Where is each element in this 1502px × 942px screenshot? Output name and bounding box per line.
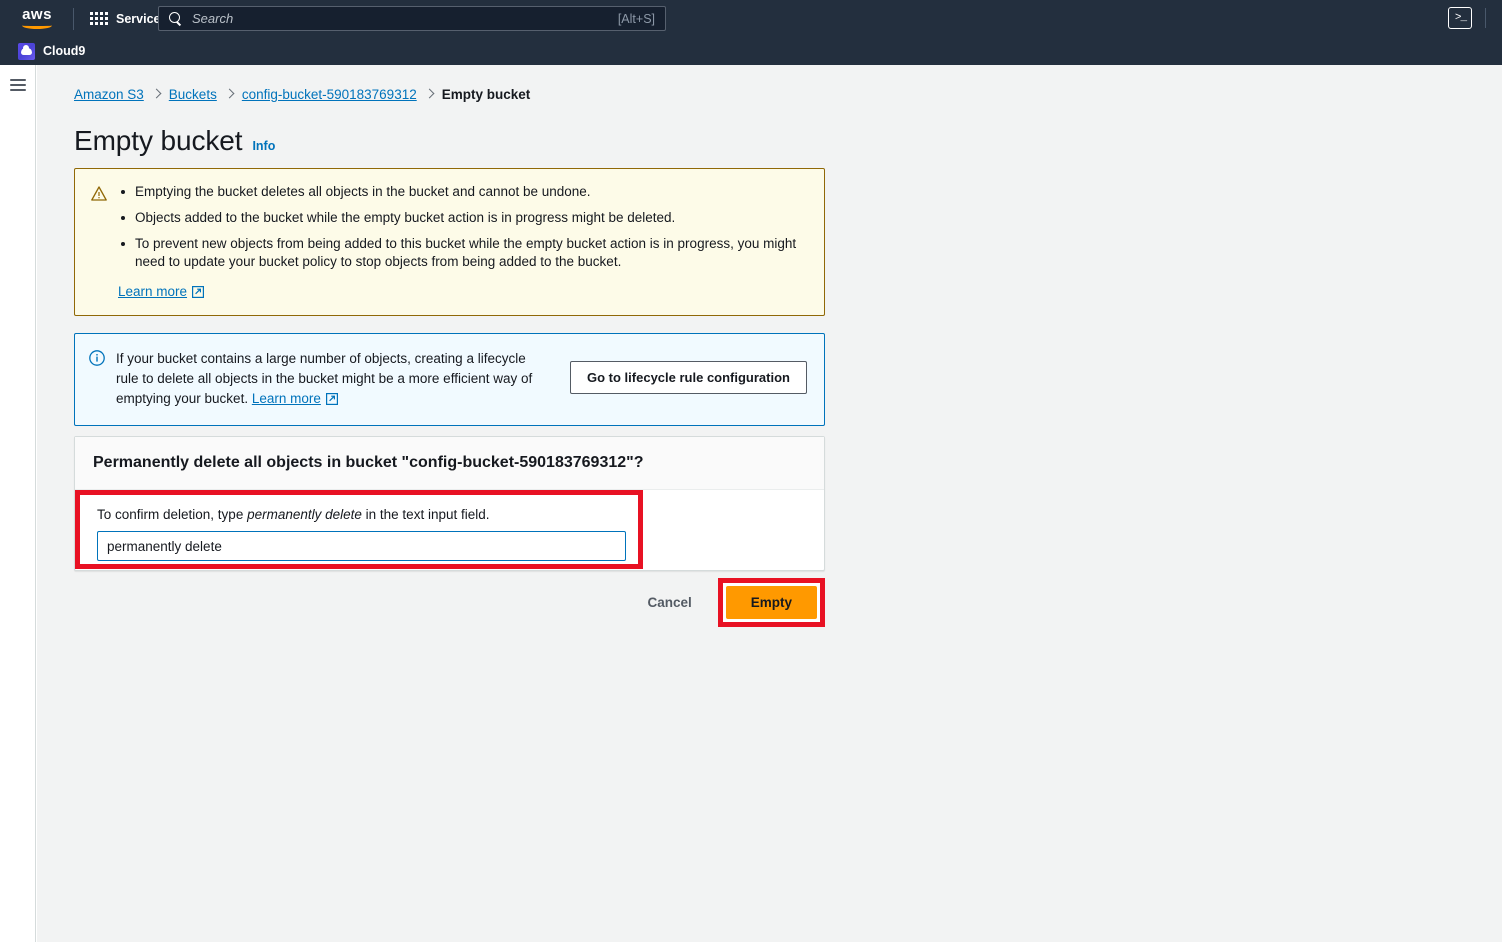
learn-more-link[interactable]: Learn more	[252, 389, 338, 409]
warning-bullet: Emptying the bucket deletes all objects …	[118, 183, 808, 201]
confirm-instruction-prefix: To confirm deletion, type	[97, 507, 248, 522]
chevron-right-icon	[424, 88, 435, 99]
confirm-instruction-phrase: permanently delete	[247, 507, 362, 522]
breadcrumb-item-current: Empty bucket	[441, 87, 531, 102]
search-shortcut-hint: [Alt+S]	[617, 11, 655, 26]
learn-more-link[interactable]: Learn more	[118, 284, 205, 299]
aws-wordmark: aws	[22, 6, 52, 23]
confirm-deletion-input[interactable]	[97, 531, 626, 561]
grid-menu-icon	[90, 12, 108, 25]
form-actions: Cancel Empty	[74, 578, 825, 627]
breadcrumb-item-bucket[interactable]: config-bucket-590183769312	[242, 87, 417, 102]
search-icon	[169, 11, 183, 26]
breadcrumb-item-buckets[interactable]: Buckets	[169, 87, 217, 102]
breadcrumb-item-amazon-s3[interactable]: Amazon S3	[74, 87, 144, 102]
cloudshell-icon[interactable]: >_	[1448, 7, 1472, 29]
topnav-right-divider	[1485, 8, 1486, 28]
info-alert: If your bucket contains a large number o…	[74, 333, 825, 426]
confirm-input-highlight: To confirm deletion, type permanently de…	[75, 490, 643, 569]
external-link-icon	[192, 285, 205, 298]
confirm-instruction-label: To confirm deletion, type permanently de…	[97, 507, 489, 522]
info-circle-icon	[89, 350, 105, 366]
breadcrumb: Amazon S3 Buckets config-bucket-59018376…	[74, 87, 530, 102]
info-link[interactable]: Info	[252, 139, 275, 153]
go-to-lifecycle-rule-configuration-button[interactable]: Go to lifecycle rule configuration	[570, 361, 807, 394]
aws-smile-icon	[22, 22, 52, 29]
chevron-right-icon	[224, 88, 235, 99]
confirmation-panel: Permanently delete all objects in bucket…	[74, 436, 825, 571]
application-subnav: Cloud9	[0, 37, 1502, 65]
page-title-row: Empty bucket Info	[74, 125, 275, 157]
cancel-button[interactable]: Cancel	[633, 586, 705, 619]
warning-bullet: Objects added to the bucket while the em…	[118, 209, 808, 227]
learn-more-label: Learn more	[118, 284, 188, 299]
warning-learn-more-row: Learn more	[118, 283, 808, 301]
cloud9-icon	[18, 42, 35, 60]
external-link-icon	[325, 393, 338, 405]
panel-header-title: Permanently delete all objects in bucket…	[75, 437, 824, 490]
warning-bullet-list: Emptying the bucket deletes all objects …	[118, 183, 808, 271]
warning-alert-body: Emptying the bucket deletes all objects …	[118, 183, 808, 301]
empty-button-highlight: Empty	[717, 578, 825, 627]
confirm-instruction-suffix: in the text input field.	[361, 507, 490, 522]
empty-button[interactable]: Empty	[725, 586, 817, 619]
info-alert-text: If your bucket contains a large number o…	[116, 349, 546, 409]
warning-alert: Emptying the bucket deletes all objects …	[74, 168, 825, 316]
search-input[interactable]: Search	[192, 11, 618, 26]
nav-divider	[73, 7, 74, 30]
hamburger-menu-icon[interactable]	[10, 79, 26, 91]
aws-logo[interactable]: aws	[10, 0, 64, 37]
warning-bullet: To prevent new objects from being added …	[118, 235, 808, 271]
cloud9-label[interactable]: Cloud9	[43, 44, 85, 58]
main-content: Amazon S3 Buckets config-bucket-59018376…	[37, 65, 1502, 942]
cloudshell-glyph: >_	[1454, 12, 1467, 24]
chevron-right-icon	[151, 88, 162, 99]
page-title: Empty bucket	[74, 125, 243, 156]
top-navigation-bar: aws Services Search [Alt+S] >_	[0, 0, 1502, 37]
warning-triangle-icon	[91, 186, 107, 201]
global-search-bar[interactable]: Search [Alt+S]	[158, 6, 666, 31]
learn-more-label: Learn more	[251, 391, 321, 406]
left-rail	[0, 65, 36, 942]
panel-body: To confirm deletion, type permanently de…	[75, 490, 824, 570]
